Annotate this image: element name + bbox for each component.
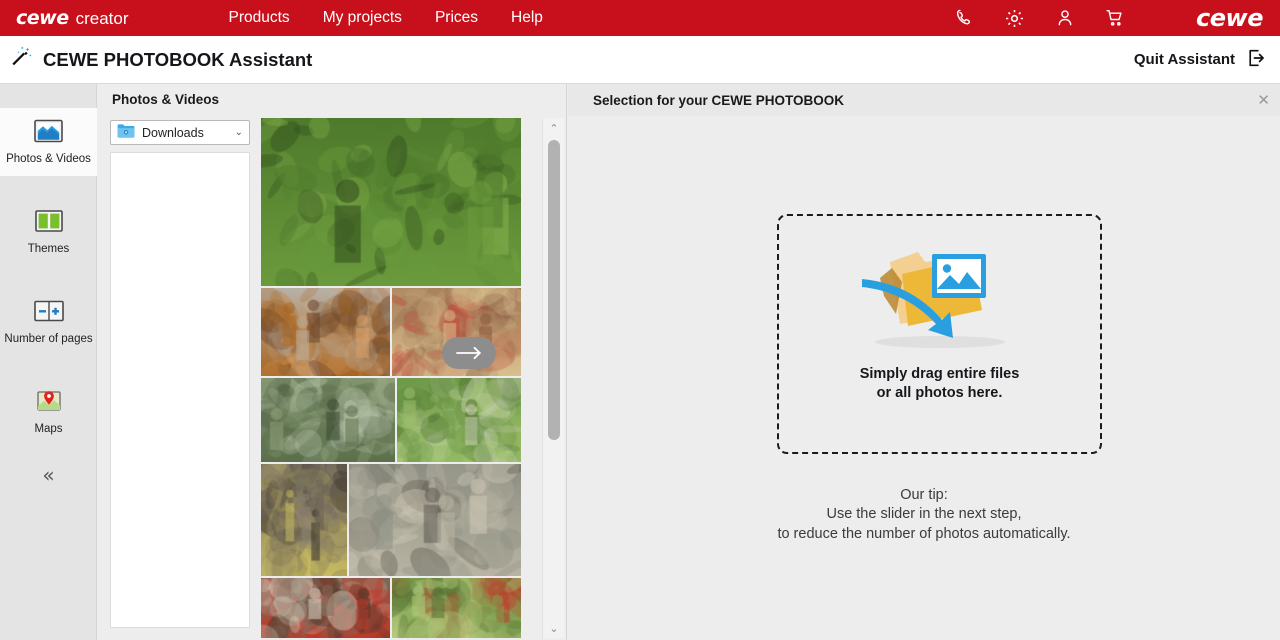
sidebar-item-number-of-pages[interactable]: Number of pages bbox=[0, 288, 97, 356]
cart-icon[interactable] bbox=[1105, 8, 1125, 28]
brand-logo-group[interactable]: cewe creator bbox=[16, 7, 129, 29]
scroll-up-arrow[interactable]: ⌃ bbox=[543, 120, 565, 136]
gear-icon[interactable] bbox=[1004, 8, 1025, 29]
header-icon-group bbox=[954, 8, 1125, 29]
exit-icon bbox=[1246, 47, 1268, 73]
pages-icon bbox=[33, 299, 64, 328]
quit-assistant-button[interactable]: Quit Assistant bbox=[1134, 47, 1268, 73]
assistant-header: CEWE PHOTOBOOK Assistant Quit Assistant bbox=[0, 36, 1280, 84]
sidebar-item-photos-videos[interactable]: Photos & Videos bbox=[0, 108, 97, 176]
page-title: CEWE PHOTOBOOK Assistant bbox=[43, 48, 313, 70]
sidebar-item-themes[interactable]: Themes bbox=[0, 198, 97, 266]
sidebar-collapse-button[interactable]: « bbox=[0, 458, 97, 492]
dropzone-line-1: Simply drag entire files bbox=[859, 366, 1020, 382]
sidebar-item-label: Maps bbox=[34, 422, 63, 435]
photo-couple-beanie[interactable] bbox=[261, 464, 347, 576]
photo-couple-selfie[interactable] bbox=[349, 464, 521, 576]
scroll-down-arrow[interactable]: ⌄ bbox=[543, 620, 565, 636]
themes-icon bbox=[34, 209, 63, 238]
close-icon[interactable]: ✕ bbox=[1257, 91, 1270, 109]
photo-icon bbox=[34, 119, 63, 148]
transfer-arrow-button[interactable] bbox=[442, 337, 496, 369]
sidebar-item-label: Themes bbox=[27, 242, 70, 255]
selection-panel-title: Selection for your CEWE PHOTOBOOK bbox=[593, 92, 845, 108]
photos-videos-panel: Photos & Videos Downloads ⌄ ⌃ ⌄ bbox=[98, 84, 567, 640]
sidebar-item-label: Number of pages bbox=[4, 332, 93, 345]
folder-source-dropdown[interactable]: Downloads ⌄ bbox=[110, 120, 250, 145]
creator-label: creator bbox=[75, 9, 129, 28]
folder-name-value: Downloads bbox=[142, 125, 204, 140]
nav-products[interactable]: Products bbox=[229, 9, 290, 27]
arrow-right-icon bbox=[456, 346, 481, 360]
nav-my-projects[interactable]: My projects bbox=[323, 9, 402, 27]
tip-line-2: Use the slider in the next step, bbox=[826, 506, 1022, 523]
tip-line-3: to reduce the number of photos automatic… bbox=[777, 525, 1071, 542]
photo-thumbnail-grid[interactable] bbox=[261, 118, 542, 638]
photo-man-field[interactable] bbox=[392, 578, 521, 638]
folder-tree-list[interactable] bbox=[110, 152, 250, 628]
scrollbar-thumb[interactable] bbox=[548, 140, 560, 440]
selection-panel-header: Selection for your CEWE PHOTOBOOK ✕ bbox=[568, 84, 1280, 116]
photo-family-portrait[interactable] bbox=[261, 578, 390, 638]
folder-icon bbox=[117, 123, 135, 143]
folder-photo-arrow-illustration bbox=[840, 234, 1040, 359]
phone-icon[interactable] bbox=[954, 8, 974, 28]
photo-family-walk[interactable] bbox=[261, 378, 395, 462]
cewe-logo: cewe bbox=[16, 7, 69, 29]
person-icon[interactable] bbox=[1055, 8, 1075, 28]
selection-panel: Selection for your CEWE PHOTOBOOK ✕ Simp… bbox=[568, 84, 1280, 640]
global-nav: Products My projects Prices Help bbox=[229, 9, 543, 27]
global-header: cewe creator Products My projects Prices… bbox=[0, 0, 1280, 36]
sidebar-item-maps[interactable]: Maps bbox=[0, 378, 97, 446]
assistant-title-group: CEWE PHOTOBOOK Assistant bbox=[8, 44, 312, 75]
dropzone-text: Simply drag entire files or all photos h… bbox=[860, 365, 1020, 403]
photo-dropzone[interactable]: Simply drag entire files or all photos h… bbox=[777, 214, 1102, 454]
photo-two-boys[interactable] bbox=[261, 288, 390, 376]
map-pin-icon bbox=[36, 389, 62, 418]
photo-sack-race[interactable] bbox=[261, 118, 521, 286]
photo-kids-park[interactable] bbox=[397, 378, 521, 462]
tip-text: Our tip: Use the slider in the next step… bbox=[568, 486, 1280, 544]
sidebar-item-label: Photos & Videos bbox=[6, 152, 91, 165]
chevron-down-icon: ⌄ bbox=[234, 127, 243, 138]
nav-help[interactable]: Help bbox=[511, 9, 543, 27]
photos-panel-title: Photos & Videos bbox=[112, 92, 220, 107]
tip-line-1: Our tip: bbox=[900, 487, 948, 503]
cewe-corporate-logo[interactable]: cewe bbox=[1196, 4, 1263, 32]
assistant-body: Photos & Videos Themes Number of pages M… bbox=[0, 84, 1280, 640]
nav-prices[interactable]: Prices bbox=[435, 9, 478, 27]
assistant-sidebar: Photos & Videos Themes Number of pages M… bbox=[0, 84, 97, 640]
photo-grid-scrollbar[interactable]: ⌃ ⌄ bbox=[542, 118, 564, 638]
dropzone-line-2: or all photos here. bbox=[876, 384, 1003, 401]
magic-wand-icon bbox=[8, 44, 34, 75]
quit-assistant-label: Quit Assistant bbox=[1133, 51, 1235, 68]
